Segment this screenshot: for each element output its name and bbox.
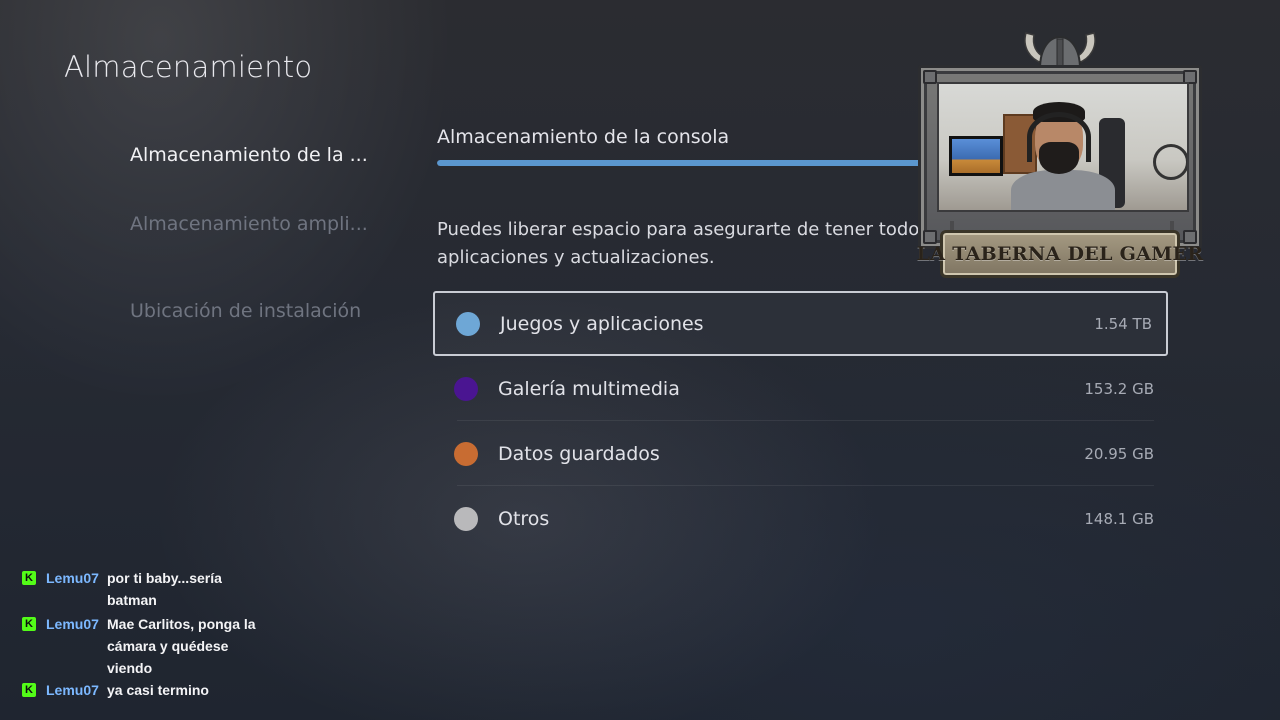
- chat-message: K Lemu07 ya casi termino: [22, 679, 322, 701]
- category-row-other[interactable]: Otros 148.1 GB: [433, 486, 1168, 551]
- webcam-frame: [918, 65, 1202, 249]
- category-label: Galería multimedia: [498, 377, 680, 400]
- webcam-video: [937, 82, 1189, 212]
- category-size: 153.2 GB: [1084, 379, 1154, 398]
- category-row-saved-data[interactable]: Datos guardados 20.95 GB: [433, 421, 1168, 486]
- chat-username: Lemu07: [46, 570, 99, 586]
- category-color-dot: [454, 506, 478, 531]
- category-label: Datos guardados: [498, 442, 660, 465]
- section-title: Almacenamiento de la consola: [437, 126, 730, 148]
- sidebar-item-install-location[interactable]: Ubicación de instalación: [130, 300, 380, 322]
- category-size: 20.95 GB: [1084, 444, 1154, 463]
- category-size: 148.1 GB: [1084, 509, 1154, 528]
- category-size: 1.54 TB: [1094, 314, 1152, 333]
- stream-chat: K Lemu07 por ti baby...sería batman K Le…: [22, 570, 322, 701]
- frame-bolt: [1183, 230, 1197, 244]
- wheel-shape: [1153, 144, 1187, 180]
- chat-message: K Lemu07 Mae Carlitos, ponga la cámara y…: [22, 613, 322, 679]
- chat-message: K Lemu07 por ti baby...sería batman: [22, 567, 322, 613]
- chat-text: por ti baby...sería batman: [107, 570, 222, 608]
- page-title: Almacenamiento: [64, 50, 313, 84]
- chat-username: Lemu07: [46, 682, 99, 698]
- category-row-games-apps[interactable]: Juegos y aplicaciones 1.54 TB: [433, 291, 1168, 356]
- category-row-media-gallery[interactable]: Galería multimedia 153.2 GB: [433, 356, 1168, 421]
- kick-badge-icon: K: [22, 571, 36, 585]
- sidebar-item-console-storage[interactable]: Almacenamiento de la ...: [130, 144, 380, 166]
- tv-shape: [949, 136, 1003, 176]
- category-color-dot: [454, 441, 478, 466]
- sidebar-item-extended-storage[interactable]: Almacenamiento ampli...: [130, 213, 380, 235]
- category-color-dot: [456, 311, 480, 336]
- webcam-banner: LA TABERNA DEL GAMER: [917, 230, 1203, 278]
- chat-username: Lemu07: [46, 616, 99, 632]
- category-color-dot: [454, 376, 478, 401]
- ps5-storage-screen: Almacenamiento Almacenamiento de la ... …: [0, 0, 1280, 720]
- kick-badge-icon: K: [22, 617, 36, 631]
- storage-category-list: Juegos y aplicaciones 1.54 TB Galería mu…: [433, 291, 1168, 551]
- webcam-overlay: LA TABERNA DEL GAMER: [917, 25, 1203, 293]
- person-body: [1011, 170, 1115, 210]
- frame-bolt: [923, 70, 937, 84]
- chat-text: ya casi termino: [107, 682, 209, 698]
- chat-text: Mae Carlitos, ponga la cámara y quédese …: [107, 616, 256, 676]
- frame-bolt: [923, 230, 937, 244]
- category-label: Juegos y aplicaciones: [500, 312, 704, 335]
- kick-badge-icon: K: [22, 683, 36, 697]
- headset-shape: [1027, 112, 1091, 162]
- category-label: Otros: [498, 507, 550, 530]
- webcam-banner-text: LA TABERNA DEL GAMER: [916, 243, 1204, 265]
